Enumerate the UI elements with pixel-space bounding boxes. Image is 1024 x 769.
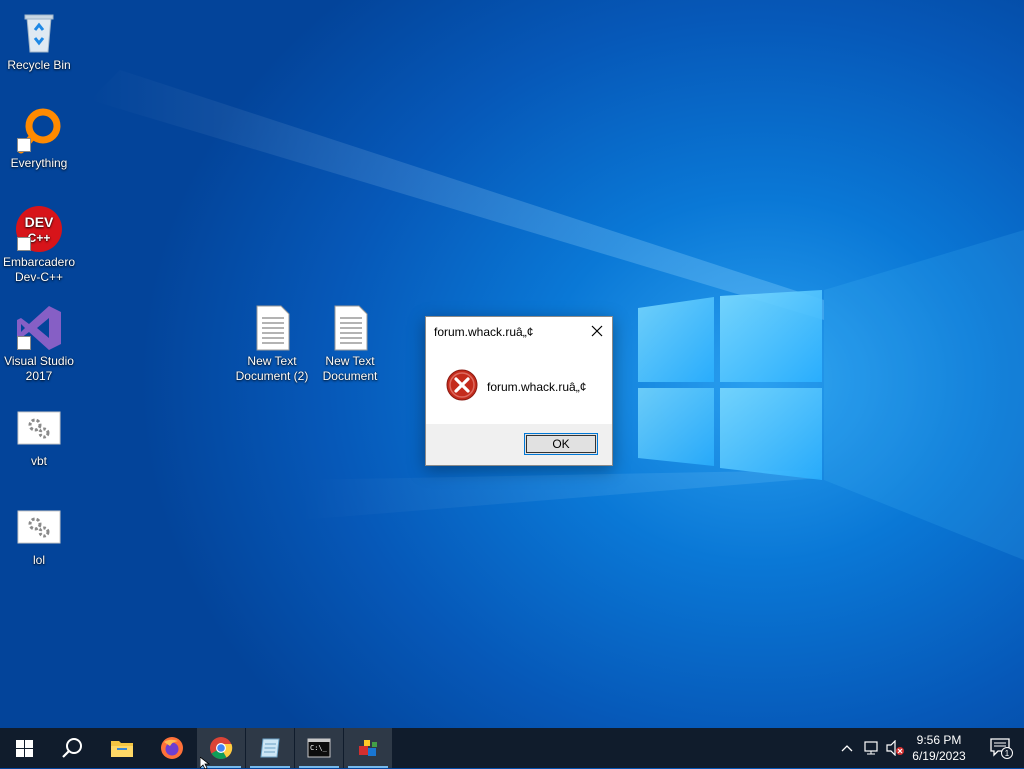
- dev-cpp-icon: DEV C++: [15, 205, 63, 253]
- close-button[interactable]: [582, 317, 612, 345]
- desktop-icon-dev-cpp[interactable]: DEV C++ Embarcadero Dev-C++: [1, 205, 77, 285]
- clock-date: 6/19/2023: [912, 749, 966, 763]
- chrome-icon: [210, 737, 233, 759]
- desktop-icon-label: Recycle Bin: [7, 58, 71, 72]
- error-icon: [446, 369, 478, 401]
- desktop-icon-label: Everything: [10, 156, 68, 170]
- taskbar-notepad[interactable]: [246, 728, 294, 768]
- file-explorer-icon: [111, 741, 133, 757]
- svg-text:C++: C++: [28, 231, 51, 245]
- recycle-bin-icon: [15, 8, 63, 56]
- desktop-icon-new-text-document[interactable]: New Text Document: [312, 304, 388, 384]
- desktop-icon-recycle-bin[interactable]: Recycle Bin: [1, 8, 77, 73]
- network-button[interactable]: [861, 738, 881, 758]
- notification-icon: 1: [990, 738, 1013, 759]
- taskbar: C:\_ 9:56 PM 6/19/2023 1: [0, 728, 1024, 768]
- shortcut-arrow-icon: [17, 336, 31, 350]
- taskbar-file-explorer[interactable]: [98, 728, 146, 768]
- start-button[interactable]: [0, 728, 48, 768]
- terminal-icon: C:\_: [307, 738, 331, 758]
- svg-text:C:\_: C:\_: [310, 744, 328, 752]
- text-document-icon: [326, 304, 374, 352]
- desktop-icon-label: Visual Studio 2017: [4, 354, 74, 383]
- mouse-cursor-icon: [200, 757, 210, 769]
- notification-count: 1: [1005, 749, 1010, 758]
- dialog-title: forum.whack.ruâ„¢: [434, 325, 534, 339]
- ok-button[interactable]: OK: [524, 433, 598, 455]
- desktop-icon-everything[interactable]: Everything: [1, 106, 77, 171]
- close-icon: [591, 325, 603, 337]
- clock-time: 9:56 PM: [916, 733, 962, 747]
- notepad-icon: [260, 738, 280, 758]
- dialog-footer: OK: [426, 424, 612, 465]
- settings-file-icon: [15, 503, 63, 551]
- taskbar-app[interactable]: [344, 728, 392, 768]
- desktop-icon-lol[interactable]: lol: [1, 503, 77, 568]
- shortcut-arrow-icon: [17, 237, 31, 251]
- visual-studio-icon: [15, 304, 63, 352]
- desktop-icon-label: lol: [32, 553, 45, 567]
- show-hidden-icons-button[interactable]: [837, 738, 857, 758]
- desktop-icon-new-text-document-2[interactable]: New Text Document (2): [234, 304, 310, 384]
- desktop-icon-label: New Text Document (2): [235, 354, 309, 383]
- search-button[interactable]: [48, 728, 96, 768]
- clock[interactable]: 9:56 PM 6/19/2023: [906, 732, 972, 764]
- desktop-icon-visual-studio[interactable]: Visual Studio 2017: [1, 304, 77, 384]
- everything-search-icon: [15, 106, 63, 154]
- desktop-icon-label: Embarcadero Dev-C++: [2, 255, 76, 284]
- firefox-icon: [161, 737, 183, 759]
- taskbar-firefox[interactable]: [148, 728, 196, 768]
- text-document-icon: [248, 304, 296, 352]
- desktop-icon-label: New Text Document: [322, 354, 378, 383]
- settings-file-icon: [15, 404, 63, 452]
- chevron-up-icon: [841, 745, 853, 752]
- shortcut-arrow-icon: [17, 138, 31, 152]
- volume-button[interactable]: [885, 738, 905, 758]
- windows-logo-wallpaper: [638, 290, 822, 480]
- action-center-button[interactable]: 1: [978, 728, 1024, 768]
- svg-text:DEV: DEV: [25, 214, 54, 230]
- volume-muted-icon: [886, 740, 904, 756]
- start-icon: [15, 739, 33, 757]
- search-icon: [62, 738, 82, 758]
- error-dialog: forum.whack.ruâ„¢ forum.whack.ruâ„¢ OK: [425, 316, 613, 466]
- app-icon: [359, 740, 377, 756]
- dialog-message: forum.whack.ruâ„¢: [487, 380, 587, 394]
- desktop-icon-vbt[interactable]: vbt: [1, 404, 77, 469]
- network-icon: [864, 741, 878, 755]
- desktop: Recycle Bin Everything DEV C++ Embarcade…: [0, 0, 1024, 728]
- desktop-icon-label: vbt: [30, 454, 47, 468]
- taskbar-terminal[interactable]: C:\_: [295, 728, 343, 768]
